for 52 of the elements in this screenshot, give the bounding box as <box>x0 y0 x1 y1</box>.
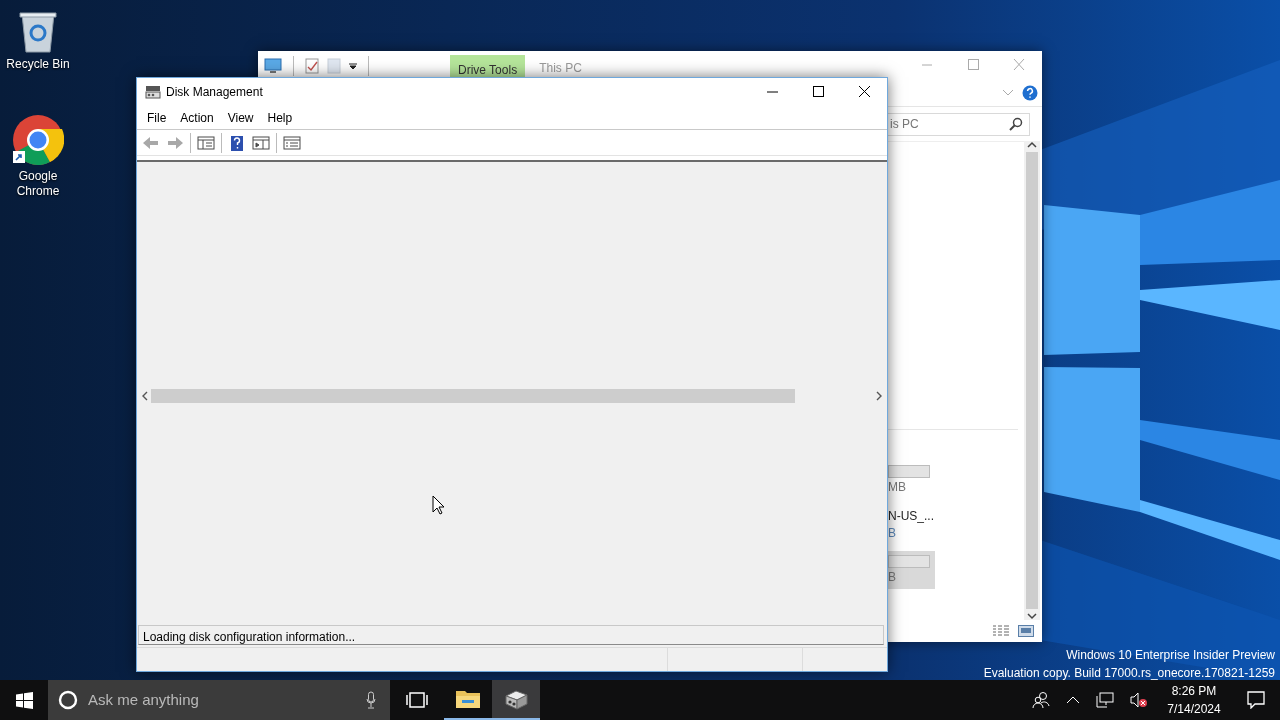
disk-icon <box>145 85 161 99</box>
maximize-icon[interactable] <box>810 86 826 98</box>
tiles-view-icon[interactable] <box>1018 625 1034 637</box>
drive-item[interactable]: MB <box>888 461 935 499</box>
app-icon <box>12 114 64 166</box>
network-icon[interactable] <box>1096 692 1114 708</box>
scroll-right-icon[interactable] <box>875 391 883 401</box>
close-icon[interactable] <box>856 86 872 98</box>
menu-item[interactable]: Help <box>260 106 300 129</box>
menu-item[interactable]: File <box>140 106 174 129</box>
task-view-icon[interactable] <box>406 692 428 708</box>
drive-size: B <box>888 570 897 585</box>
capacity-bar <box>888 465 930 478</box>
search-icon[interactable] <box>1009 117 1023 131</box>
people-icon[interactable] <box>1032 691 1050 709</box>
search-field[interactable]: is PC <box>888 112 1030 136</box>
icon-label[interactable]: Google Chrome <box>4 169 72 199</box>
window-title: Disk Management <box>166 84 264 101</box>
edition-text: Evaluation copy. Build 17000.rs_onecore.170821-1259 <box>983 665 1275 682</box>
scroll-down-icon[interactable] <box>1027 612 1037 620</box>
status-message: Loading disk configuration information... <box>138 625 884 645</box>
search-field[interactable]: Ask me anything <box>48 680 390 720</box>
clock[interactable]: 8:26 PM 7/14/2024 <box>1156 682 1232 718</box>
properties-icon[interactable] <box>305 58 319 74</box>
menu-item[interactable]: View <box>220 106 261 129</box>
edition-text: Windows 10 Enterprise Insider Preview <box>1066 647 1275 664</box>
cursor-icon <box>432 495 445 515</box>
scroll-up-icon[interactable] <box>1027 141 1037 149</box>
dropdown-icon[interactable] <box>349 62 357 70</box>
scroll-left-icon[interactable] <box>141 391 149 401</box>
window-title: This PC <box>538 60 582 77</box>
menu-item[interactable]: Action <box>173 106 221 129</box>
muted-speaker-icon[interactable] <box>1130 692 1148 708</box>
disk-drive-icon[interactable] <box>503 687 529 711</box>
action-pane-icon[interactable] <box>252 134 270 151</box>
drive-size: B <box>888 526 897 541</box>
notifications-icon[interactable] <box>1247 691 1265 709</box>
cortana-icon <box>58 690 78 710</box>
scrollbar[interactable] <box>1024 141 1040 620</box>
microphone-icon <box>366 691 376 709</box>
help-icon[interactable] <box>1022 84 1038 101</box>
drive-item[interactable]: N-US_... B <box>888 505 935 545</box>
drive-name: N-US_... <box>888 509 935 524</box>
computer-icon <box>264 58 282 74</box>
start-icon[interactable] <box>15 691 33 709</box>
drive-size: MB <box>888 480 907 495</box>
properties-list-icon[interactable] <box>283 134 301 151</box>
help-icon[interactable] <box>228 134 246 151</box>
capacity-bar <box>888 555 930 568</box>
console-tree-icon[interactable] <box>197 134 215 151</box>
chevron-up-icon[interactable] <box>1066 696 1080 704</box>
icon-label[interactable]: Recycle Bin <box>6 57 70 72</box>
